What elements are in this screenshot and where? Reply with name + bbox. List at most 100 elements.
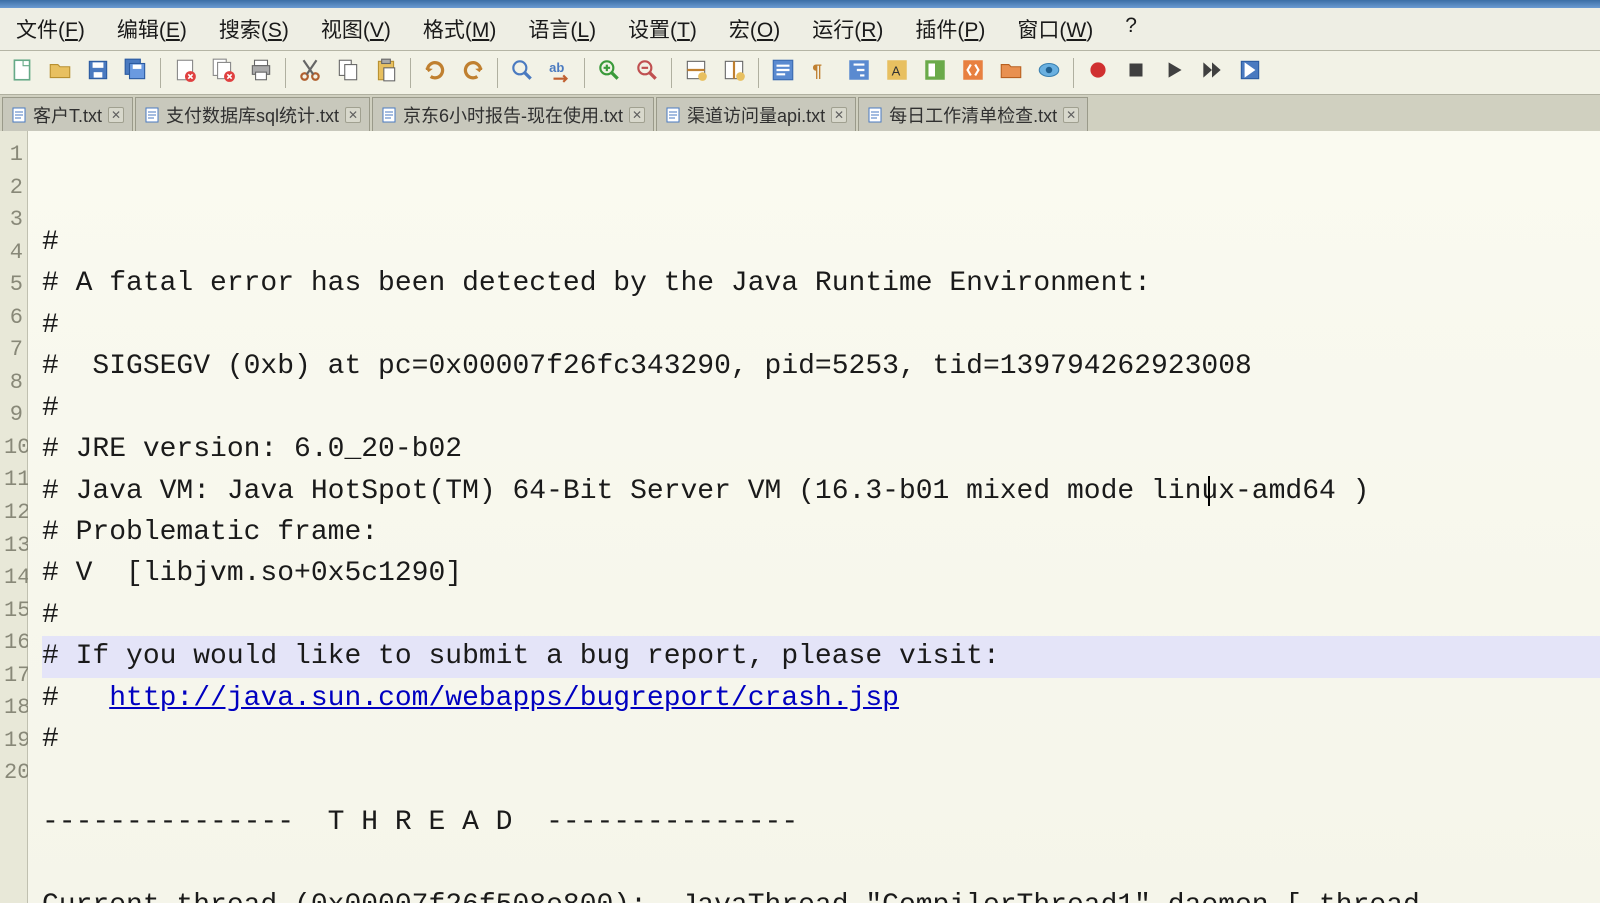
doc-map-button[interactable] [917,55,953,91]
file-tab-3[interactable]: 渠道访问量api.txt✕ [656,97,856,131]
file-icon [867,107,883,123]
code-line: --------------- T H R E A D ------------… [42,802,1600,843]
sync-h-icon [721,57,747,88]
menu-bar: 文件(F) 编辑(E) 搜索(S) 视图(V) 格式(M) 语言(L) 设置(T) 宏(O) 运… [0,8,1600,51]
svg-text:¶: ¶ [812,61,822,81]
tab-close-button[interactable]: ✕ [345,107,361,123]
tab-close-button[interactable]: ✕ [629,107,645,123]
line-number: 1 [0,139,27,172]
file-tab-2[interactable]: 京东6小时报告-现在使用.txt ✕ [372,97,654,131]
undo-icon [422,57,448,88]
menu-item-P[interactable]: 插件(P) [909,12,991,46]
save-macro-button[interactable] [1232,55,1268,91]
code-line [42,843,1600,884]
editor-area: 1234567891011121314151617181920 ## A fat… [0,131,1600,903]
redo-button[interactable] [455,55,491,91]
menu-item-O[interactable]: 宏(O) [723,12,786,46]
print-button[interactable] [243,55,279,91]
stop-button[interactable] [1118,55,1154,91]
menu-item-S[interactable]: 搜索(S) [213,12,295,46]
bugreport-link[interactable]: http://java.sun.com/webapps/bugreport/cr… [109,683,899,714]
toolbar-separator [1073,58,1074,88]
tab-label: 每日工作清单检查.txt [889,102,1057,128]
save-all-icon [123,57,149,88]
line-number: 2 [0,172,27,205]
text-caret [1208,476,1210,506]
find-icon [509,57,535,88]
code-line: # SIGSEGV (0xb) at pc=0x00007f26fc343290… [42,346,1600,387]
save-all-button[interactable] [118,55,154,91]
file-tab-4[interactable]: 每日工作清单检查.txt ✕ [858,97,1088,131]
toolbar-separator [497,58,498,88]
menu-item-W[interactable]: 窗口(W) [1011,12,1099,46]
menu-item-T[interactable]: 设置(T) [622,12,703,46]
record-icon [1085,57,1111,88]
lang-button[interactable]: A [879,55,915,91]
code-line: # [42,595,1600,636]
paste-button[interactable] [368,55,404,91]
zoom-out-button[interactable] [629,55,665,91]
close-all-button[interactable] [205,55,241,91]
menu-item-F[interactable]: 文件(F) [10,12,91,46]
tab-close-button[interactable]: ✕ [108,107,124,123]
menu-item-M[interactable]: 格式(M) [417,12,503,46]
svg-text:A: A [892,63,901,78]
copy-button[interactable] [330,55,366,91]
file-tab-0[interactable]: 客户T.txt✕ [2,97,133,131]
line-number: 19 [0,725,27,758]
menu-item-L[interactable]: 语言(L) [522,12,602,46]
menu-item-R[interactable]: 运行(R) [806,12,889,46]
replace-icon: ab [547,57,573,88]
file-tab-1[interactable]: 支付数据库sql统计.txt✕ [135,97,370,131]
tab-close-button[interactable]: ✕ [831,107,847,123]
tab-label: 京东6小时报告-现在使用.txt [403,102,623,128]
play-button[interactable] [1156,55,1192,91]
line-number: 6 [0,302,27,335]
code-line: # Java VM: Java HotSpot(TM) 64-Bit Serve… [42,471,1600,512]
file-icon [144,107,160,123]
line-number: 4 [0,237,27,270]
open-file-button[interactable] [42,55,78,91]
sync-v-button[interactable] [678,55,714,91]
line-number: 13 [0,530,27,563]
fast-forward-button[interactable] [1194,55,1230,91]
redo-icon [460,57,486,88]
save-button[interactable] [80,55,116,91]
close-button[interactable] [167,55,203,91]
paste-icon [373,57,399,88]
record-button[interactable] [1080,55,1116,91]
line-number: 3 [0,204,27,237]
code-line: # V [libjvm.so+0x5c1290] [42,553,1600,594]
cut-button[interactable] [292,55,328,91]
undo-button[interactable] [417,55,453,91]
code-line: # Problematic frame: [42,512,1600,553]
find-button[interactable] [504,55,540,91]
line-number: 7 [0,334,27,367]
code-line: # http://java.sun.com/webapps/bugreport/… [42,678,1600,719]
menu-item-E[interactable]: 编辑(E) [111,12,193,46]
code-line: # [42,222,1600,263]
indent-guide-button[interactable] [841,55,877,91]
zoom-in-button[interactable] [591,55,627,91]
sync-v-icon [683,57,709,88]
func-list-button[interactable] [955,55,991,91]
toolbar-separator [285,58,286,88]
tab-close-button[interactable]: ✕ [1063,107,1079,123]
sync-h-button[interactable] [716,55,752,91]
all-chars-button[interactable]: ¶ [803,55,839,91]
new-file-button[interactable] [4,55,40,91]
menu-item-11[interactable]: ? [1119,12,1143,46]
line-number: 8 [0,367,27,400]
monitor-button[interactable] [1031,55,1067,91]
replace-button[interactable]: ab [542,55,578,91]
menu-item-V[interactable]: 视图(V) [315,12,397,46]
code-line: # [42,719,1600,760]
line-number: 11 [0,464,27,497]
copy-icon [335,57,361,88]
code-line: # [42,388,1600,429]
folder-button[interactable] [993,55,1029,91]
zoom-in-icon [596,57,622,88]
text-editor[interactable]: ## A fatal error has been detected by th… [28,131,1600,903]
file-icon [381,107,397,123]
wrap-button[interactable] [765,55,801,91]
